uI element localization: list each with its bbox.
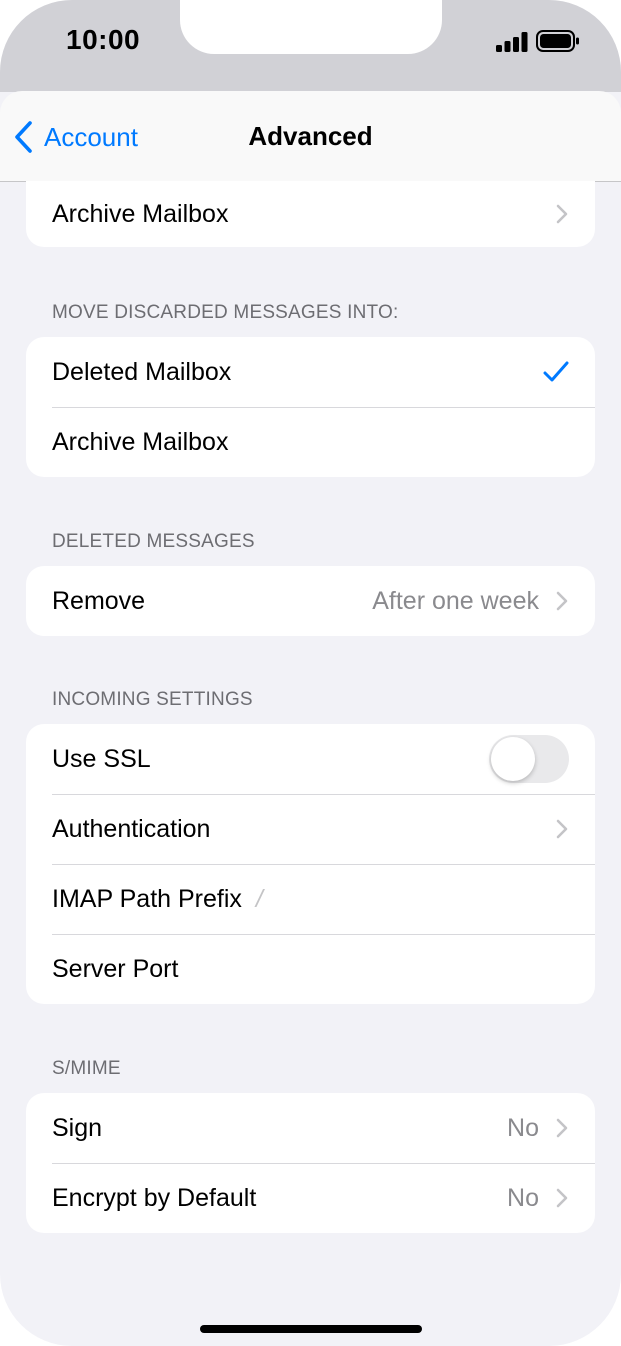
discarded-group: Deleted Mailbox Archive Mailbox (26, 337, 595, 477)
chevron-right-icon (556, 819, 568, 839)
smime-group: Sign No Encrypt by Default No (26, 1093, 595, 1233)
row-label: Archive Mailbox (52, 199, 229, 228)
authentication-label: Authentication (52, 814, 211, 843)
use-ssl-label: Use SSL (52, 744, 151, 773)
remove-label: Remove (52, 586, 146, 615)
home-indicator[interactable] (200, 1325, 422, 1333)
page-title: Advanced (248, 121, 373, 151)
sign-value: No (507, 1113, 539, 1142)
section-header-incoming: INCOMING SETTINGS (52, 689, 253, 710)
server-port-row[interactable]: Server Port (26, 934, 595, 1004)
phone-screen: 10:00 Account Advanced Archive Mailbox M… (0, 0, 621, 1346)
authentication-row[interactable]: Authentication (26, 794, 595, 864)
archive-mailbox-row[interactable]: Archive Mailbox (26, 181, 595, 247)
server-port-label: Server Port (52, 954, 179, 983)
use-ssl-row: Use SSL (26, 724, 595, 794)
section-header-smime: S/MIME (52, 1058, 121, 1079)
sign-label: Sign (52, 1113, 103, 1142)
chevron-right-icon (556, 1118, 568, 1138)
option-archive-mailbox[interactable]: Archive Mailbox (26, 407, 595, 477)
navigation-bar: Account Advanced (0, 91, 621, 182)
option-label: Archive Mailbox (52, 427, 229, 456)
encrypt-value: No (507, 1183, 539, 1212)
option-deleted-mailbox[interactable]: Deleted Mailbox (26, 337, 595, 407)
deleted-messages-group: Remove After one week (26, 566, 595, 636)
option-label: Deleted Mailbox (52, 357, 232, 386)
checkmark-icon (543, 361, 569, 382)
remove-value: After one week (372, 586, 539, 615)
status-time: 10:00 (66, 24, 141, 55)
use-ssl-toggle[interactable] (489, 735, 569, 783)
encrypt-label: Encrypt by Default (52, 1183, 257, 1212)
battery-icon (536, 30, 579, 52)
sign-row[interactable]: Sign No (26, 1093, 595, 1163)
cellular-signal-icon (496, 32, 528, 52)
notch (180, 0, 442, 54)
section-header-discarded: MOVE DISCARDED MESSAGES INTO: (52, 302, 399, 323)
imap-path-prefix-field[interactable]: / (256, 885, 263, 914)
encrypt-by-default-row[interactable]: Encrypt by Default No (26, 1163, 595, 1233)
status-bar: 10:00 (0, 0, 621, 92)
imap-path-prefix-label: IMAP Path Prefix (52, 884, 242, 913)
incoming-settings-group: Use SSL Authentication IMAP Path Prefix … (26, 724, 595, 1004)
section-header-deleted-messages: DELETED MESSAGES (52, 531, 255, 552)
remove-row[interactable]: Remove After one week (26, 566, 595, 636)
archive-mailbox-group: Archive Mailbox (26, 181, 595, 247)
toggle-knob (491, 737, 535, 781)
chevron-right-icon (556, 591, 568, 611)
chevron-right-icon (556, 1188, 568, 1208)
imap-path-prefix-row[interactable]: IMAP Path Prefix / (26, 864, 595, 934)
chevron-right-icon (556, 204, 568, 224)
